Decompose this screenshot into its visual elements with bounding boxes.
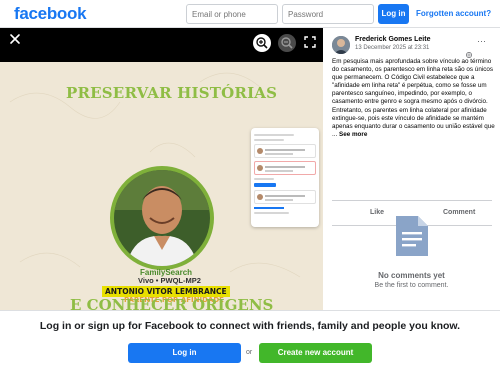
zoom-out-icon[interactable] bbox=[278, 34, 296, 52]
photo-viewer: PRESERVAR HISTÓRIAS FamilySearch Vivo • … bbox=[0, 28, 323, 310]
signup-banner: Log in or sign up for Facebook to connec… bbox=[0, 310, 500, 375]
login-button[interactable]: Log in bbox=[378, 4, 409, 24]
banner-or-text: or bbox=[246, 349, 253, 356]
person-id: Vivo • PWQL-MP2 bbox=[138, 276, 201, 285]
facebook-logo[interactable]: facebook bbox=[14, 4, 87, 24]
document-icon bbox=[394, 214, 430, 258]
like-button[interactable]: Like bbox=[370, 209, 384, 216]
post-date[interactable]: 13 December 2025 at 23:31 bbox=[355, 45, 429, 51]
fullscreen-icon[interactable] bbox=[303, 35, 317, 49]
no-comments-heading: No comments yet bbox=[378, 271, 445, 280]
see-more-link[interactable]: See more bbox=[339, 131, 367, 138]
viewer-toolbar bbox=[0, 28, 323, 62]
phone-screenshot bbox=[251, 128, 319, 227]
post-panel: Frederick Gomes Leite 13 December 2025 a… bbox=[323, 28, 500, 310]
portrait-image bbox=[114, 170, 210, 266]
close-icon[interactable] bbox=[8, 32, 22, 46]
photo-headline: PRESERVAR HISTÓRIAS bbox=[66, 84, 278, 102]
globe-icon bbox=[466, 45, 472, 58]
email-field[interactable] bbox=[186, 4, 278, 24]
forgot-account-link[interactable]: Forgotten account? bbox=[416, 9, 491, 18]
banner-login-button[interactable]: Log in bbox=[128, 343, 241, 363]
photo-headline-bottom: E CONHECER ORIGENS bbox=[70, 296, 274, 310]
password-field[interactable] bbox=[282, 4, 374, 24]
post-body: Em pesquisa mais aprofundada sobre víncu… bbox=[332, 58, 495, 138]
top-navigation-bar: facebook Log in Forgotten account? bbox=[0, 0, 500, 28]
avatar[interactable] bbox=[332, 36, 350, 54]
first-comment-hint: Be the first to comment. bbox=[374, 282, 449, 289]
post-text: Em pesquisa mais aprofundada sobre víncu… bbox=[332, 58, 495, 139]
banner-message: Log in or sign up for Facebook to connec… bbox=[39, 320, 461, 332]
comment-button[interactable]: Comment bbox=[443, 209, 475, 216]
zoom-in-icon[interactable] bbox=[253, 34, 271, 52]
create-account-button[interactable]: Create new account bbox=[259, 343, 372, 363]
more-icon[interactable]: ⋯ bbox=[477, 36, 486, 47]
post-author[interactable]: Frederick Gomes Leite bbox=[355, 36, 430, 43]
divider bbox=[332, 200, 492, 201]
